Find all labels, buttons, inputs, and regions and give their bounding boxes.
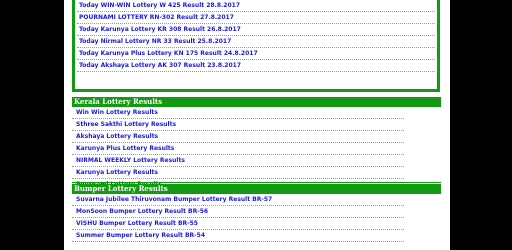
kerala-result-link[interactable]: Karunya Lottery Results: [72, 167, 404, 179]
latest-results-box: Today WIN-WIN Lottery W 425 Result 28.8.…: [72, 0, 440, 92]
result-link[interactable]: Today WIN-WIN Lottery W 425 Result 28.8.…: [77, 0, 435, 12]
kerala-result-link[interactable]: Karunya Plus Lottery Results: [72, 143, 404, 155]
section-divider: [72, 182, 441, 183]
kerala-result-link[interactable]: Sthree Sakthi Lottery Results: [72, 119, 404, 131]
result-link[interactable]: Today Karunya Lottery KR 308 Result 26.8…: [77, 24, 435, 36]
kerala-section-title: Kerala Lottery Results: [72, 97, 441, 107]
kerala-results-list: Win Win Lottery Results Sthree Sakthi Lo…: [72, 107, 404, 191]
bumper-section-title: Bumper Lottery Results: [72, 184, 441, 194]
result-link[interactable]: POURNAMI LOTTERY RN-302 Result 27.8.2017: [77, 12, 435, 24]
kerala-result-link[interactable]: NIRMAL WEEKLY Lottery Results: [72, 155, 404, 167]
page-content: Today WIN-WIN Lottery W 425 Result 28.8.…: [64, 0, 450, 250]
bumper-result-link[interactable]: MonSoon Bumper Lottery Result BR-56: [72, 206, 404, 218]
kerala-result-link[interactable]: Win Win Lottery Results: [72, 107, 404, 119]
result-link[interactable]: Today Nirmal Lottery NR 33 Result 25.8.2…: [77, 36, 435, 48]
result-link[interactable]: Today Akshaya Lottery AK 307 Result 23.8…: [77, 60, 435, 72]
bumper-result-link[interactable]: Summer Bumper Lottery Result BR-54: [72, 230, 404, 242]
kerala-result-link[interactable]: Akshaya Lottery Results: [72, 131, 404, 143]
result-link[interactable]: Today Karunya Plus Lottery KN 175 Result…: [77, 48, 435, 60]
bumper-results-list: Suvarna Jubilee Thiruvonam Bumper Lotter…: [72, 194, 404, 242]
bumper-result-link[interactable]: VISHU Bumper Lottery Result BR-55: [72, 218, 404, 230]
bumper-result-link[interactable]: Suvarna Jubilee Thiruvonam Bumper Lotter…: [72, 194, 404, 206]
